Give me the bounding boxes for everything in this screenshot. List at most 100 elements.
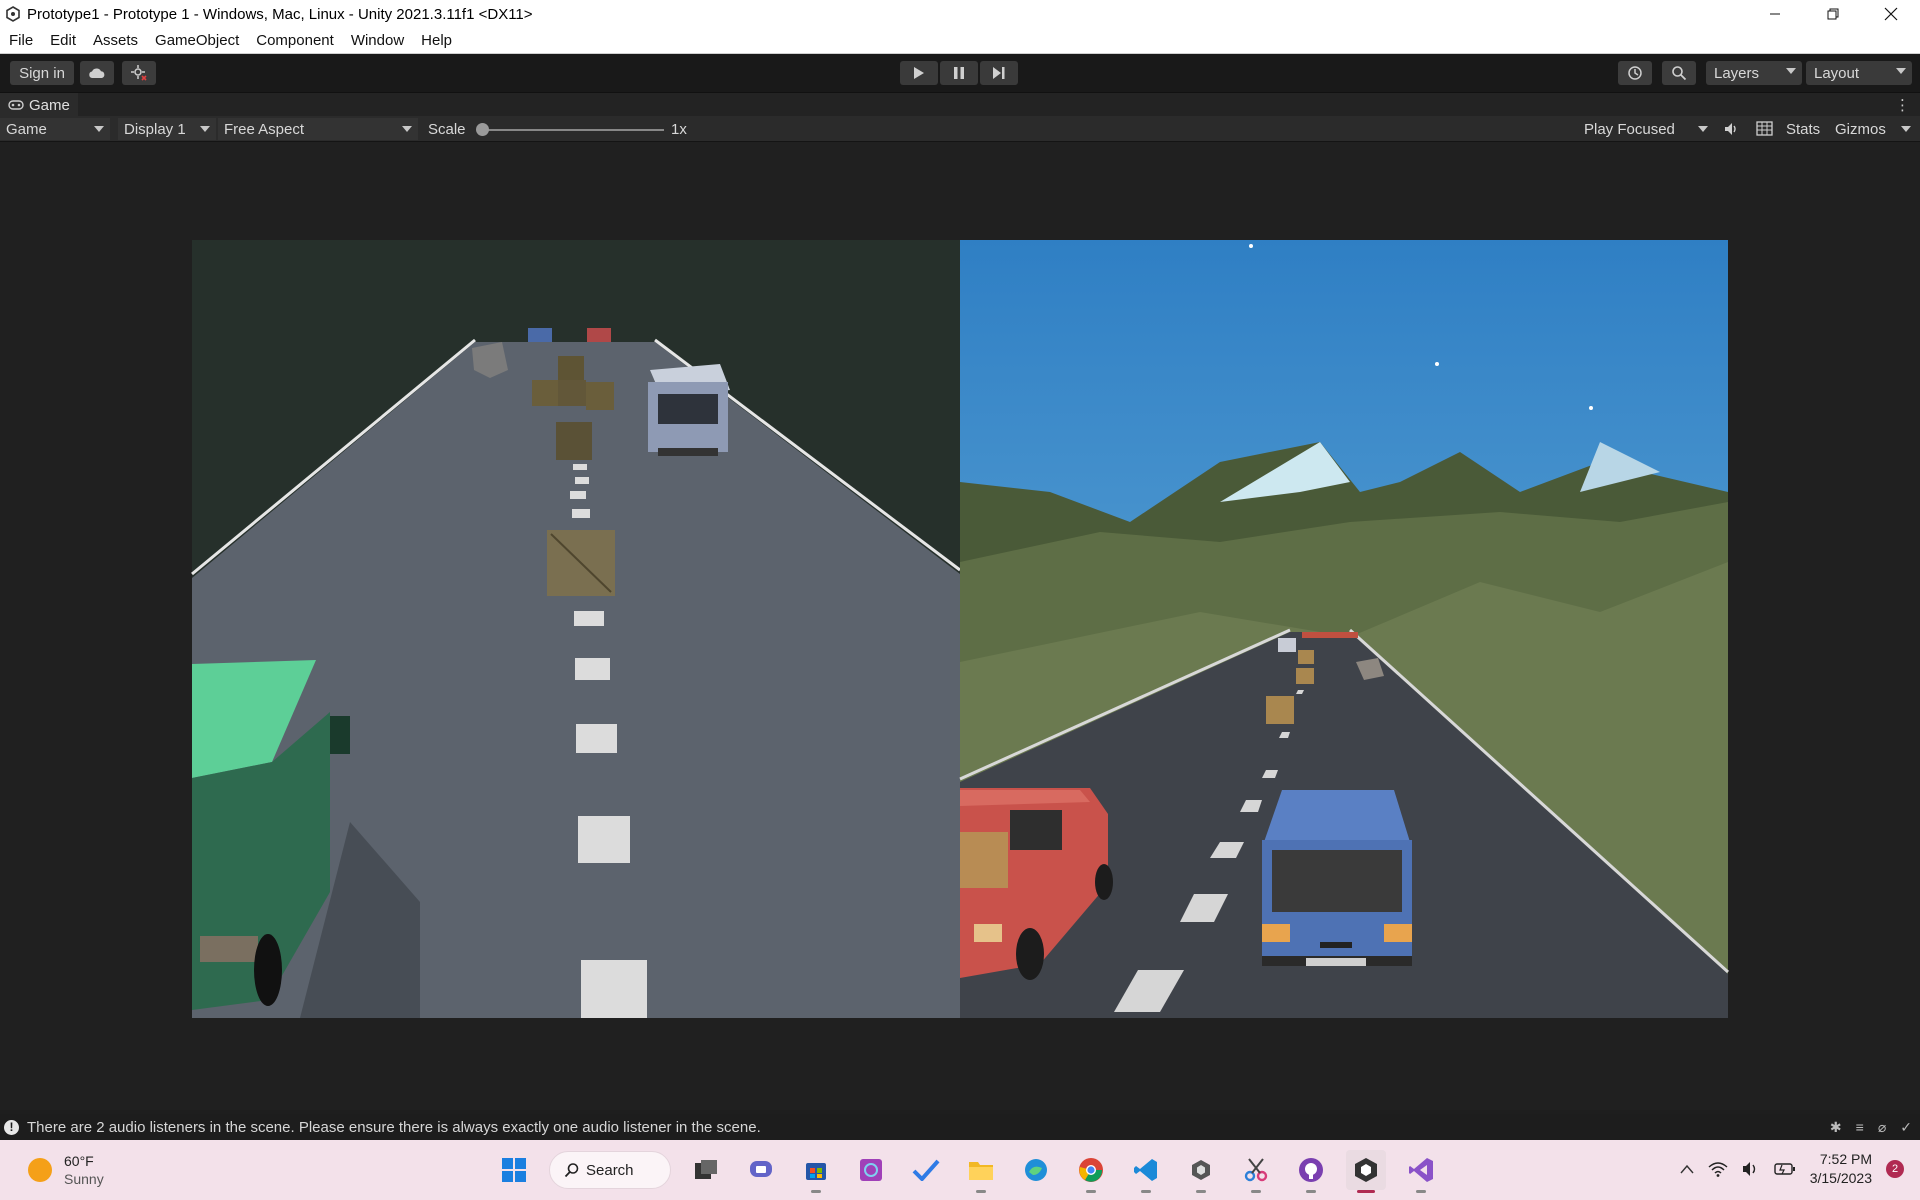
- scale-label: Scale: [428, 121, 466, 138]
- cloud-button[interactable]: [80, 61, 114, 85]
- warning-icon: !: [4, 1119, 19, 1135]
- check-circle-icon[interactable]: ✓: [1900, 1119, 1912, 1136]
- weather-widget[interactable]: 60°F Sunny: [28, 1152, 104, 1188]
- chevron-up-icon[interactable]: [1680, 1164, 1694, 1174]
- restore-icon: [1827, 8, 1839, 20]
- distant-blue-car: [528, 328, 552, 342]
- menu-file[interactable]: File: [0, 32, 41, 49]
- chrome-button[interactable]: [1071, 1150, 1111, 1193]
- sign-in-button[interactable]: Sign in: [10, 61, 74, 85]
- taskbar-search-label: Search: [586, 1161, 634, 1179]
- clock[interactable]: 7:52 PM 3/15/2023: [1810, 1150, 1872, 1188]
- store-button[interactable]: [796, 1150, 836, 1193]
- running-indicator: [1251, 1190, 1261, 1193]
- unity-icon: [1355, 1158, 1377, 1182]
- game-viewport[interactable]: [0, 142, 1920, 1110]
- running-indicator: [1141, 1190, 1151, 1193]
- scale-value: 1x: [671, 121, 687, 138]
- menu-edit[interactable]: Edit: [41, 32, 84, 49]
- layers-stack-icon[interactable]: ≡: [1856, 1119, 1864, 1136]
- menu-help[interactable]: Help: [412, 32, 460, 49]
- collab-button[interactable]: [122, 61, 156, 85]
- scissors-icon: [1244, 1158, 1268, 1182]
- folder-icon: [969, 1162, 993, 1180]
- taskbar-search[interactable]: Search: [549, 1151, 671, 1189]
- mute-audio-icon[interactable]: [1723, 121, 1739, 137]
- play-icon: [914, 67, 924, 79]
- vscode-icon: [1134, 1159, 1157, 1181]
- grid-icon[interactable]: [1756, 121, 1773, 136]
- play-focused-label: Play Focused: [1584, 120, 1675, 138]
- game-mode-dropdown[interactable]: Game: [0, 118, 110, 140]
- edge-button[interactable]: [1016, 1150, 1056, 1190]
- step-button[interactable]: [980, 61, 1018, 85]
- app-purple-button[interactable]: [851, 1150, 891, 1190]
- console-status-bar[interactable]: ! There are 2 audio listeners in the sce…: [0, 1114, 1920, 1140]
- right-camera-view: [959, 240, 1730, 1018]
- layout-dropdown[interactable]: Layout: [1806, 61, 1912, 85]
- pause-button[interactable]: [940, 61, 978, 85]
- tab-game[interactable]: Game: [0, 93, 78, 117]
- menu-gameobject[interactable]: GameObject: [146, 32, 247, 49]
- search-button[interactable]: [1662, 61, 1696, 85]
- distant-red-car: [587, 328, 611, 342]
- visual-studio-button[interactable]: [1401, 1150, 1441, 1193]
- game-render: [191, 240, 1730, 1018]
- display-dropdown[interactable]: Display 1: [118, 118, 216, 140]
- file-explorer-button[interactable]: [961, 1150, 1001, 1193]
- chevron-down-icon[interactable]: [1901, 126, 1911, 132]
- layers-dropdown[interactable]: Layers: [1706, 61, 1802, 85]
- scale-slider-track[interactable]: [482, 129, 664, 131]
- play-focused-dropdown[interactable]: Play Focused: [1578, 118, 1714, 140]
- layout-label: Layout: [1814, 64, 1860, 82]
- task-view-button[interactable]: [686, 1150, 726, 1190]
- pause-icon: [954, 67, 964, 79]
- notification-badge[interactable]: 2: [1886, 1160, 1904, 1178]
- search-icon: [1672, 66, 1687, 81]
- title-bar: Prototype1 - Prototype 1 - Windows, Mac,…: [0, 0, 1920, 28]
- chrome-icon: [1079, 1158, 1103, 1182]
- menu-component[interactable]: Component: [247, 32, 342, 49]
- github-desktop-button[interactable]: [1291, 1150, 1331, 1193]
- restore-button[interactable]: [1804, 0, 1862, 28]
- snipping-tool-button[interactable]: [1236, 1150, 1276, 1193]
- unity-logo-icon: [6, 6, 20, 22]
- far-crate-2: [1296, 668, 1314, 684]
- minimize-button[interactable]: [1746, 0, 1804, 28]
- unity-editor-button[interactable]: [1346, 1150, 1386, 1193]
- undo-history-button[interactable]: [1618, 61, 1652, 85]
- todo-button[interactable]: [906, 1150, 946, 1190]
- far-crate: [1298, 650, 1314, 664]
- display-label: Display 1: [124, 120, 186, 138]
- panel-menu-icon[interactable]: ⋮: [1895, 96, 1910, 114]
- play-button[interactable]: [900, 61, 938, 85]
- clock-date: 3/15/2023: [1809, 1170, 1872, 1186]
- near-crate: [1266, 696, 1294, 724]
- running-indicator: [1086, 1190, 1096, 1193]
- gizmos-button[interactable]: Gizmos: [1835, 121, 1886, 138]
- running-indicator: [1416, 1190, 1426, 1193]
- scale-slider-thumb[interactable]: [476, 123, 489, 136]
- menu-window[interactable]: Window: [342, 32, 412, 49]
- chevron-down-icon: [200, 126, 210, 132]
- checkmark-icon: [912, 1159, 940, 1181]
- menu-assets[interactable]: Assets: [84, 32, 146, 49]
- stats-button[interactable]: Stats: [1786, 121, 1820, 138]
- battery-icon[interactable]: [1774, 1162, 1796, 1176]
- running-indicator: [811, 1190, 821, 1193]
- purple-app-icon: [860, 1159, 882, 1181]
- close-button[interactable]: [1862, 0, 1920, 28]
- aspect-dropdown[interactable]: Free Aspect: [218, 118, 418, 140]
- debug-icon[interactable]: ✱: [1830, 1119, 1842, 1136]
- game-view-toolbar: Game Display 1 Free Aspect Scale 1x Play…: [0, 116, 1920, 142]
- teams-chat-button[interactable]: [741, 1150, 781, 1190]
- network-off-icon[interactable]: ⌀: [1878, 1119, 1886, 1136]
- windows-icon: [502, 1158, 526, 1182]
- gamepad-icon: [8, 100, 24, 110]
- unity-hub-button[interactable]: [1181, 1150, 1221, 1193]
- vscode-button[interactable]: [1126, 1150, 1166, 1193]
- volume-icon[interactable]: [1742, 1161, 1760, 1177]
- start-button[interactable]: [494, 1150, 534, 1190]
- chevron-down-icon: [1786, 68, 1796, 74]
- wifi-icon[interactable]: [1708, 1161, 1728, 1177]
